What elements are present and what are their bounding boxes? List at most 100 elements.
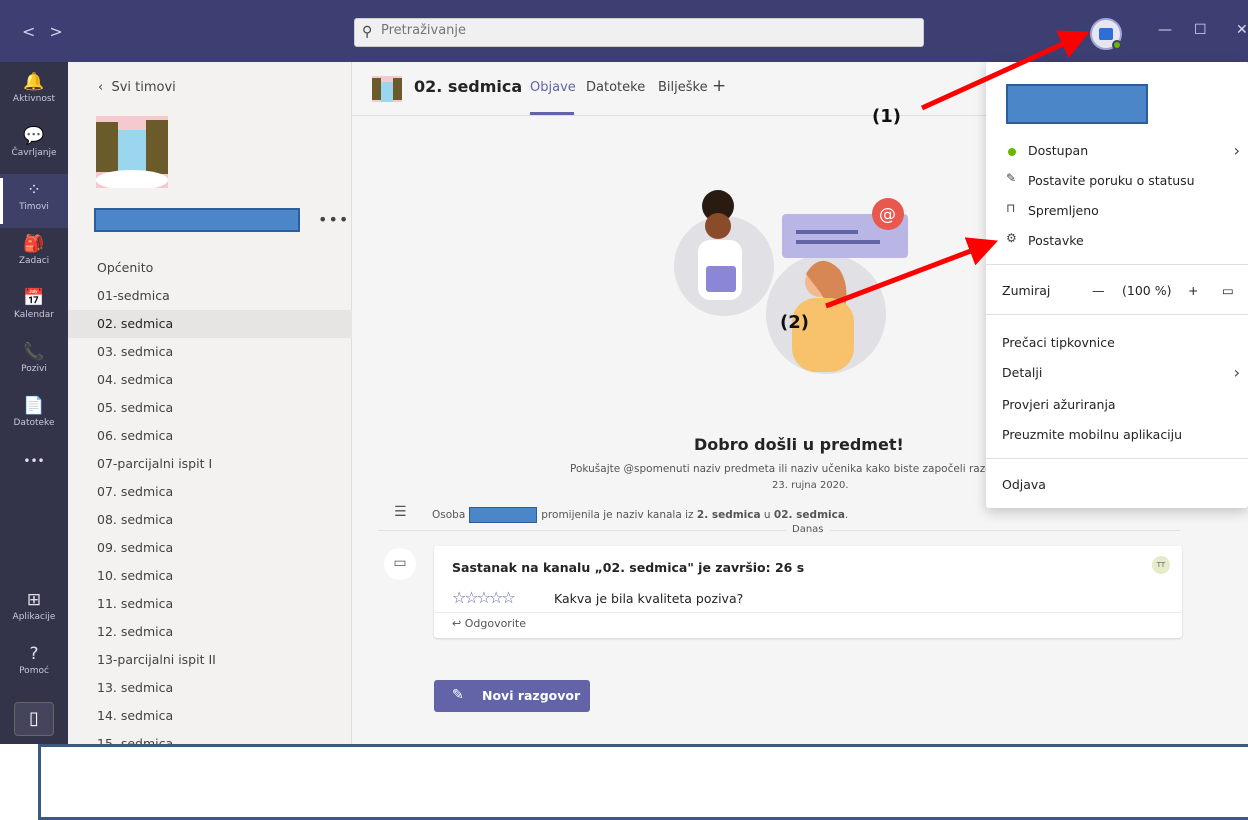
rail-item-chat[interactable]: 💬 Čavrljanje xyxy=(0,120,68,174)
back-arrow-icon[interactable]: < xyxy=(22,22,49,41)
check-updates-label: Provjeri ažuriranja xyxy=(1002,397,1116,412)
saved-item[interactable]: ⊓ Spremljeno xyxy=(986,196,1248,226)
check-updates-item[interactable]: Provjeri ažuriranja xyxy=(986,390,1248,420)
zoom-out-button[interactable]: — xyxy=(1092,283,1105,298)
teams-icon: ⁘ xyxy=(26,180,42,200)
all-teams-link[interactable]: ‹ Svi timovi xyxy=(98,80,176,95)
channel-item[interactable]: 02. sedmica xyxy=(68,310,352,338)
rail-item-files[interactable]: 📄 Datoteke xyxy=(0,390,68,444)
channel-item[interactable]: 13. sedmica xyxy=(68,674,352,702)
rail-item-assignments[interactable]: 🎒 Zadaci xyxy=(0,228,68,282)
details-label: Detalji xyxy=(1002,365,1043,380)
rail-item-help[interactable]: ? Pomoć xyxy=(0,638,68,692)
shortcuts-label: Prečaci tipkovnice xyxy=(1002,335,1115,350)
meeting-title: Sastanak na kanalu „02. sedmica" je zavr… xyxy=(452,560,805,575)
channel-item[interactable]: 06. sedmica xyxy=(68,422,352,450)
channel-item[interactable]: 01-sedmica xyxy=(68,282,352,310)
channel-item[interactable]: 09. sedmica xyxy=(68,534,352,562)
mobile-device-button[interactable]: ▯ xyxy=(14,702,54,736)
participant-avatar[interactable]: TT xyxy=(1152,556,1170,574)
system-message: ☰ Osoba promijenila je naziv kanala iz 2.… xyxy=(386,504,946,526)
tab-posts[interactable]: Objave xyxy=(530,80,576,95)
channel-item[interactable]: 07-parcijalni ispit I xyxy=(68,450,352,478)
channel-item[interactable]: 12. sedmica xyxy=(68,618,352,646)
rail-label: Pozivi xyxy=(21,364,47,374)
divider xyxy=(986,314,1248,315)
keyboard-shortcuts-item[interactable]: Prečaci tipkovnice xyxy=(986,328,1248,358)
channel-item[interactable]: 05. sedmica xyxy=(68,394,352,422)
sys-u: u xyxy=(763,509,771,521)
channel-item[interactable]: 08. sedmica xyxy=(68,506,352,534)
history-nav[interactable]: <> xyxy=(22,22,77,41)
new-conversation-label: Novi razgovor xyxy=(482,688,581,703)
channel-item[interactable]: 03. sedmica xyxy=(68,338,352,366)
settings-label: Postavke xyxy=(1028,233,1084,248)
more-icon: ••• xyxy=(23,454,45,468)
rail-label: Aplikacije xyxy=(12,612,56,622)
sign-out-item[interactable]: Odjava xyxy=(986,470,1248,500)
divider xyxy=(830,530,1180,531)
bookmark-icon: ⊓ xyxy=(1006,201,1016,215)
new-conversation-button[interactable]: ✎ Novi razgovor xyxy=(434,680,590,712)
chevron-left-icon: ‹ xyxy=(98,80,104,95)
add-tab-icon[interactable]: + xyxy=(712,76,726,96)
channel-item[interactable]: 10. sedmica xyxy=(68,562,352,590)
minimize-button[interactable]: — xyxy=(1158,22,1172,38)
welcome-illustration: @ xyxy=(674,190,908,374)
channel-item[interactable]: Općenito xyxy=(68,254,352,282)
divider xyxy=(378,530,786,531)
title-bar: <> ⚲ — ☐ ✕ xyxy=(0,0,1248,62)
forward-arrow-icon[interactable]: > xyxy=(49,22,76,41)
rail-label: Pomoć xyxy=(19,666,49,676)
maximize-button[interactable]: ☐ xyxy=(1194,22,1207,38)
rail-item-teams[interactable]: ⁘ Timovi xyxy=(0,174,68,228)
divider xyxy=(986,264,1248,265)
channel-team-icon xyxy=(372,76,402,102)
tab-notes[interactable]: Bilješke xyxy=(658,80,708,95)
profile-menu: Dostupan › ✎ Postavite poruku o statusu … xyxy=(986,62,1248,508)
calendar-icon: 📅 xyxy=(23,288,45,308)
rail-item-apps[interactable]: ⊞ Aplikacije xyxy=(0,584,68,638)
zoom-row: Zumiraj — (100 %) + ▭ xyxy=(986,276,1248,306)
tab-files[interactable]: Datoteke xyxy=(586,80,645,95)
reply-label: Odgovorite xyxy=(464,617,526,630)
mobile-app-item[interactable]: Preuzmite mobilnu aplikaciju xyxy=(986,420,1248,450)
rating-question: Kakva je bila kvaliteta poziva? xyxy=(554,591,744,606)
gear-icon: ⚙ xyxy=(1006,231,1017,245)
help-icon: ? xyxy=(29,644,39,664)
old-channel-name: 2. sedmica xyxy=(696,509,761,521)
fullscreen-icon[interactable]: ▭ xyxy=(1222,283,1234,298)
rail-label: Kalendar xyxy=(14,310,54,320)
search-box[interactable]: ⚲ xyxy=(354,18,924,47)
svg-text:@: @ xyxy=(879,205,896,225)
edit-status-icon: ✎ xyxy=(1006,171,1017,185)
channel-item[interactable]: 04. sedmica xyxy=(68,366,352,394)
details-item[interactable]: Detalji › xyxy=(986,358,1248,388)
close-button[interactable]: ✕ xyxy=(1236,22,1248,38)
settings-item[interactable]: ⚙ Postavke xyxy=(986,226,1248,256)
team-more-options-icon[interactable]: ••• xyxy=(318,210,349,229)
channel-item[interactable]: 11. sedmica xyxy=(68,590,352,618)
rail-item-calls[interactable]: 📞 Pozivi xyxy=(0,336,68,390)
welcome-subtitle: Pokušajte @spomenuti naziv predmeta ili … xyxy=(570,463,1018,475)
chat-icon: 💬 xyxy=(23,126,45,146)
rail-item-more[interactable]: ••• xyxy=(0,448,68,502)
channel-item[interactable]: 13-parcijalni ispit II xyxy=(68,646,352,674)
zoom-in-button[interactable]: + xyxy=(1188,283,1198,298)
rail-item-activity[interactable]: 🔔 Aktivnost xyxy=(0,66,68,120)
all-teams-label: Svi timovi xyxy=(111,80,176,95)
assignments-icon: 🎒 xyxy=(23,234,45,254)
reply-button[interactable]: ↩ Odgovorite xyxy=(452,617,526,630)
profile-avatar-button[interactable] xyxy=(1090,18,1122,50)
channel-item[interactable]: 14. sedmica xyxy=(68,702,352,730)
available-status-icon xyxy=(1008,148,1016,156)
status-menu-item[interactable]: Dostupan › xyxy=(986,136,1248,166)
search-input[interactable] xyxy=(381,23,901,38)
channel-item[interactable]: 07. sedmica xyxy=(68,478,352,506)
rating-stars-icon[interactable]: ☆☆☆☆☆ xyxy=(452,588,516,607)
today-divider: Danas xyxy=(792,524,824,535)
search-icon: ⚲ xyxy=(362,24,373,40)
sys-prefix: Osoba xyxy=(432,509,466,521)
rail-item-calendar[interactable]: 📅 Kalendar xyxy=(0,282,68,336)
set-status-message-item[interactable]: ✎ Postavite poruku o statusu xyxy=(986,166,1248,196)
